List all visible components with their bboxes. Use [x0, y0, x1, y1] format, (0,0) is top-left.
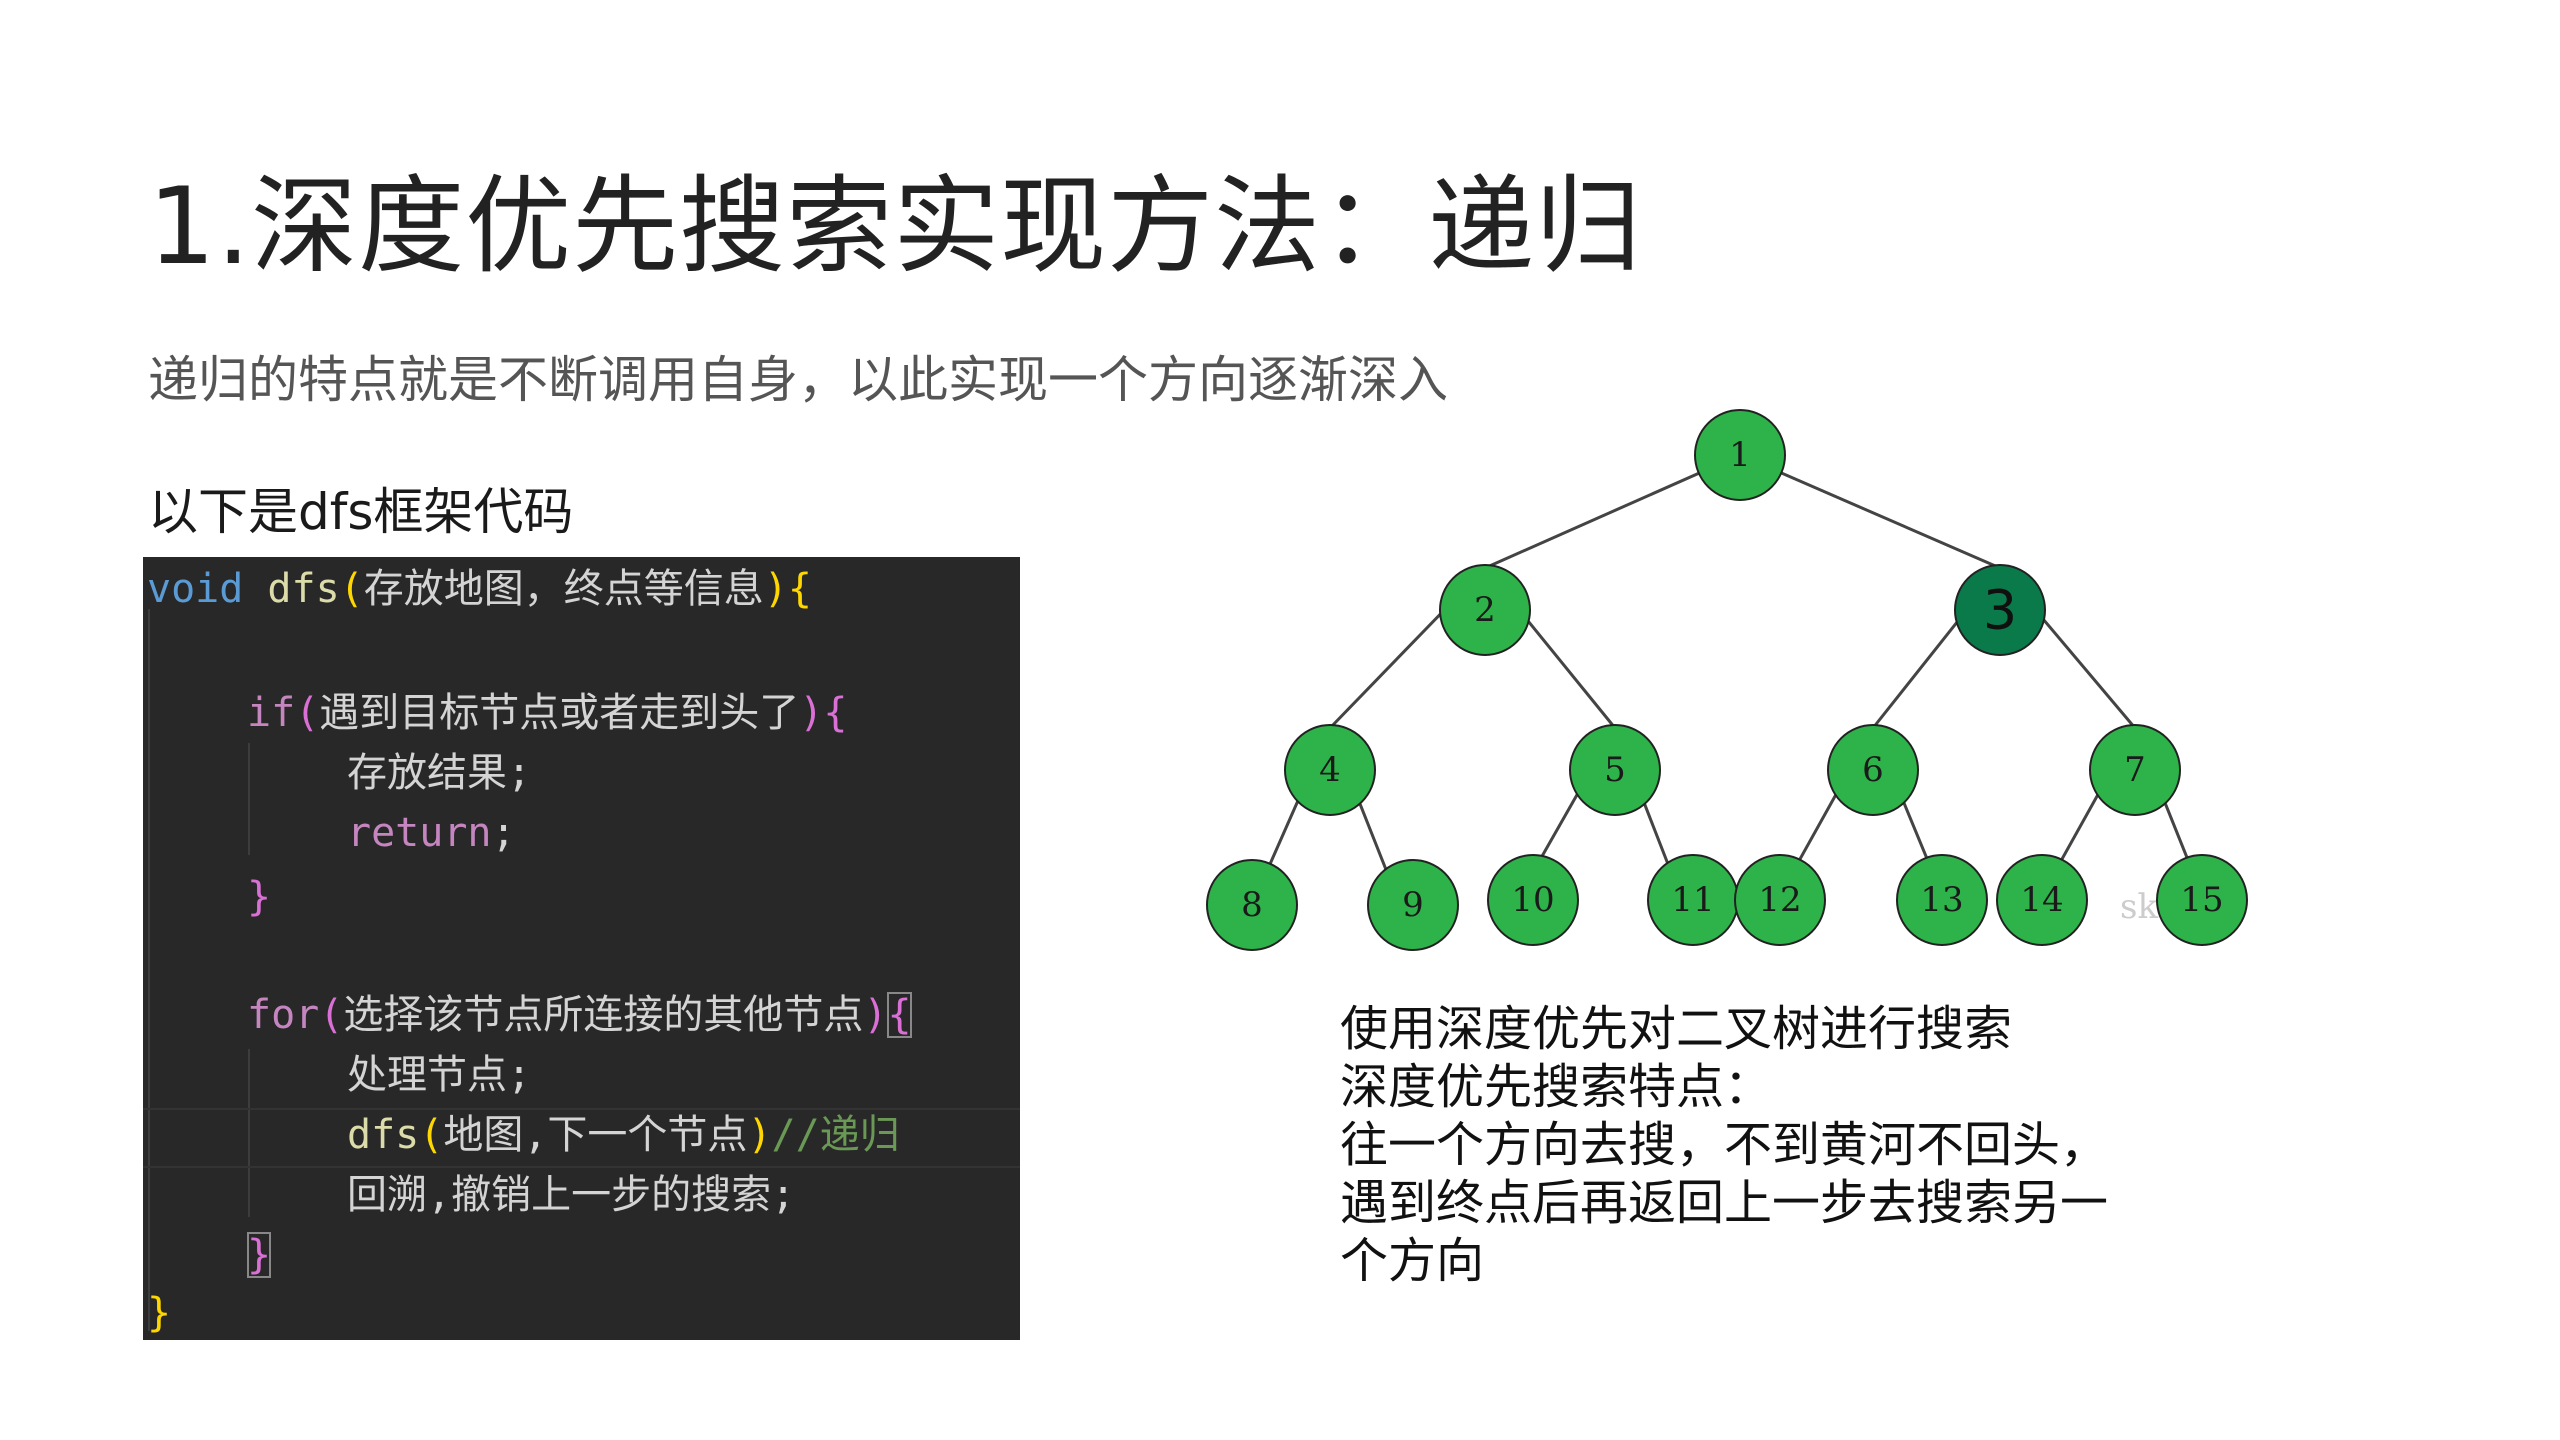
code-line-8: dfs(地图,下一个节点)//递归 — [347, 1109, 900, 1161]
tree-node-1: 1 — [1694, 409, 1786, 501]
paren: ( — [295, 690, 320, 736]
brace: } — [247, 874, 272, 920]
code-line-10: } — [247, 1229, 272, 1281]
tree-node-7: 7 — [2089, 724, 2181, 816]
code-line-5: } — [247, 871, 271, 923]
tree-node-9: 9 — [1367, 859, 1459, 951]
paren: ) — [747, 1112, 772, 1158]
code-text: 遇到目标节点或者走到头了 — [319, 690, 800, 736]
tree-node-label: 1 — [1729, 435, 1751, 475]
tree-node-label: 11 — [1671, 880, 1714, 920]
paren: ( — [319, 992, 344, 1038]
brace: { — [787, 566, 812, 612]
tree-node-8: 8 — [1206, 859, 1298, 951]
description-line: 个方向 — [1340, 1233, 1485, 1289]
keyword: for — [247, 992, 320, 1038]
tree-node-label: 15 — [2180, 880, 2223, 920]
code-line-11: } — [147, 1287, 171, 1339]
tree-node-3: 3 — [1954, 564, 2046, 656]
tree-node-10: 10 — [1487, 854, 1579, 946]
description-line: 遇到终点后再返回上一步去搜索另一 — [1340, 1175, 2109, 1231]
tree-node-label: 14 — [2020, 880, 2063, 920]
tree-node-label: 7 — [2124, 750, 2146, 790]
code-intro: 以下是dfs框架代码 — [148, 483, 574, 541]
code-text: 地图,下一个节点 — [443, 1112, 748, 1158]
description-line: 使用深度优先对二叉树进行搜索 — [1340, 1001, 2013, 1057]
tree-node-12: 12 — [1734, 854, 1826, 946]
paren: ) — [763, 566, 788, 612]
tree-node-label: 4 — [1319, 750, 1341, 790]
code-line-2: if(遇到目标节点或者走到头了){ — [247, 687, 847, 739]
keyword: void — [147, 566, 244, 612]
paren: ( — [419, 1112, 444, 1158]
code-text: 选择该节点所连接的其他节点 — [343, 992, 864, 1038]
tree-node-2: 2 — [1439, 564, 1531, 656]
brace: { — [887, 992, 912, 1038]
slide-title: 1.深度优先搜索实现方法：递归 — [148, 165, 1643, 288]
paren: ( — [339, 566, 364, 612]
indent-guide — [248, 743, 250, 855]
binary-tree-diagram: sk 1 2 3 4 5 6 7 8 9 10 11 12 13 14 15 — [1206, 409, 2248, 951]
code-text: 存放结果; — [347, 750, 532, 796]
tree-node-label: 10 — [1511, 880, 1554, 920]
code-text: 存放地图，终点等信息 — [363, 566, 764, 612]
keyword: if — [247, 690, 296, 736]
tree-node-label: 3 — [1983, 579, 2017, 642]
code-text: 处理节点; — [347, 1052, 532, 1098]
tree-node-5: 5 — [1569, 724, 1661, 816]
tree-node-label: 6 — [1862, 750, 1884, 790]
tree-node-6: 6 — [1827, 724, 1919, 816]
brace: { — [823, 690, 848, 736]
code-line-3: 存放结果; — [347, 747, 531, 799]
tree-node-13: 13 — [1896, 854, 1988, 946]
code-line-4: return; — [347, 807, 516, 859]
code-comment: //递归 — [771, 1112, 900, 1158]
tree-watermark: sk — [2120, 887, 2158, 927]
paren: ) — [863, 992, 888, 1038]
tree-node-label: 13 — [1920, 880, 1963, 920]
code-block: void dfs(存放地图，终点等信息){ if(遇到目标节点或者走到头了){ … — [143, 557, 1020, 1340]
code-line-7: 处理节点; — [347, 1049, 531, 1101]
brace: } — [147, 1290, 172, 1336]
tree-node-label: 8 — [1241, 885, 1263, 925]
tree-node-15: 15 — [2156, 854, 2248, 946]
function-name: dfs — [347, 1112, 420, 1158]
description-line: 深度优先搜索特点： — [1340, 1059, 1773, 1115]
tree-node-label: 5 — [1604, 750, 1626, 790]
tree-node-label: 12 — [1758, 880, 1801, 920]
code-text: 回溯,撤销上一步的搜索; — [347, 1172, 796, 1218]
line-highlight — [143, 1166, 1020, 1168]
tree-description: 使用深度优先对二叉树进行搜索 深度优先搜索特点： 往一个方向去搜，不到黄河不回头… — [1340, 1000, 2108, 1290]
brace: } — [247, 1232, 272, 1278]
tree-edges — [1250, 453, 2204, 906]
tree-node-14: 14 — [1996, 854, 2088, 946]
description-line: 往一个方向去搜，不到黄河不回头， — [1340, 1117, 2109, 1173]
tree-node-label: 9 — [1402, 885, 1424, 925]
indent-guide — [148, 609, 150, 1331]
semicolon: ; — [491, 810, 516, 856]
code-line-6: for(选择该节点所连接的其他节点){ — [247, 989, 912, 1041]
function-name: dfs — [267, 566, 340, 612]
tree-node-11: 11 — [1647, 854, 1739, 946]
tree-node-label: 2 — [1474, 590, 1496, 630]
code-line-9: 回溯,撤销上一步的搜索; — [347, 1169, 795, 1221]
keyword: return — [347, 810, 492, 856]
indent-guide — [248, 1049, 250, 1217]
tree-node-4: 4 — [1284, 724, 1376, 816]
paren: ) — [799, 690, 824, 736]
code-line-1: void dfs(存放地图，终点等信息){ — [147, 563, 812, 615]
